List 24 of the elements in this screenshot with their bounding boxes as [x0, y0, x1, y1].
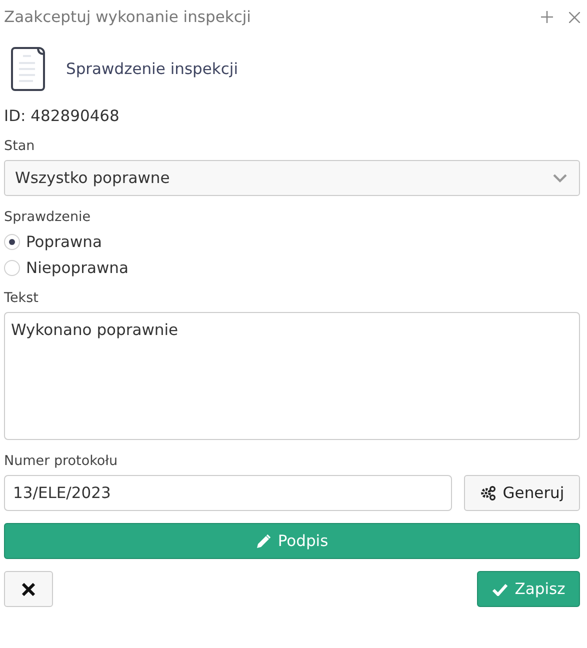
- radio-label: Niepoprawna: [26, 259, 128, 277]
- document-icon: [11, 47, 46, 91]
- field-label: Sprawdzenie: [4, 209, 92, 225]
- check-icon: [492, 582, 508, 596]
- state-dropdown[interactable]: Wszystko poprawne: [4, 160, 580, 196]
- field-label: Stan: [4, 138, 36, 154]
- close-icon: [22, 582, 35, 596]
- radio-label: Poprawna: [26, 233, 102, 251]
- close-icon[interactable]: [569, 12, 580, 22]
- protocol-number-field[interactable]: 13/ELE/2023: [4, 475, 452, 511]
- window-title: Zaakceptuj wykonanie inspekcji: [4, 8, 252, 26]
- field-label: Numer protokołu: [4, 453, 119, 469]
- radio-button[interactable]: [4, 260, 20, 276]
- header-title: Sprawdzenie inspekcji: [66, 60, 238, 78]
- radio-button[interactable]: [4, 234, 20, 250]
- text-area[interactable]: Wykonano poprawnie: [4, 312, 580, 440]
- id-text: ID: 482890468: [4, 107, 120, 125]
- chevron-down-icon: [553, 174, 567, 182]
- generate-button[interactable]: Generuj: [464, 475, 580, 511]
- cancel-button[interactable]: [4, 571, 53, 607]
- field-label: Tekst: [4, 290, 40, 306]
- plus-icon[interactable]: [541, 11, 553, 23]
- gears-icon: [480, 486, 496, 500]
- pencil-icon: [256, 534, 271, 548]
